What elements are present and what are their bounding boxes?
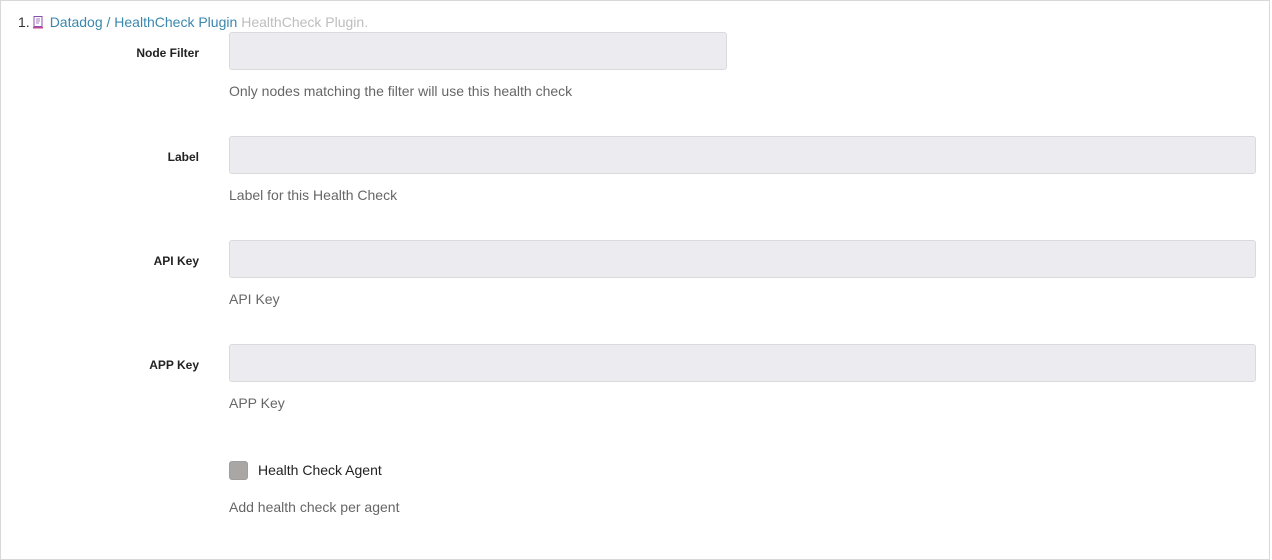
api-key-label: API Key [153, 254, 199, 268]
node-filter-help: Only nodes matching the filter will use … [229, 83, 573, 99]
plugin-header: 1. Datadog / HealthCheck Plugin HealthChec… [18, 14, 368, 30]
label-help: Label for this Health Check [229, 187, 398, 203]
plugin-icon [32, 16, 44, 29]
app-key-input[interactable] [229, 344, 1256, 382]
app-key-help: APP Key [229, 395, 285, 411]
plugin-config-panel: 1. Datadog / HealthCheck Plugin HealthChec… [0, 0, 1270, 560]
api-key-input[interactable] [229, 240, 1256, 278]
health-check-agent-label[interactable]: Health Check Agent [258, 462, 382, 478]
plugin-index: 1. [18, 14, 30, 30]
app-key-label: APP Key [149, 358, 199, 372]
label-field-label: Label [167, 150, 199, 164]
plugin-description: HealthCheck Plugin. [241, 14, 369, 30]
plugin-link[interactable]: Datadog / HealthCheck Plugin [50, 14, 238, 30]
api-key-help: API Key [229, 291, 280, 307]
node-filter-label: Node Filter [136, 46, 199, 60]
node-filter-input[interactable] [229, 32, 727, 70]
label-input[interactable] [229, 136, 1256, 174]
health-check-agent-help: Add health check per agent [229, 499, 400, 515]
health-check-agent-checkbox[interactable] [229, 461, 248, 480]
